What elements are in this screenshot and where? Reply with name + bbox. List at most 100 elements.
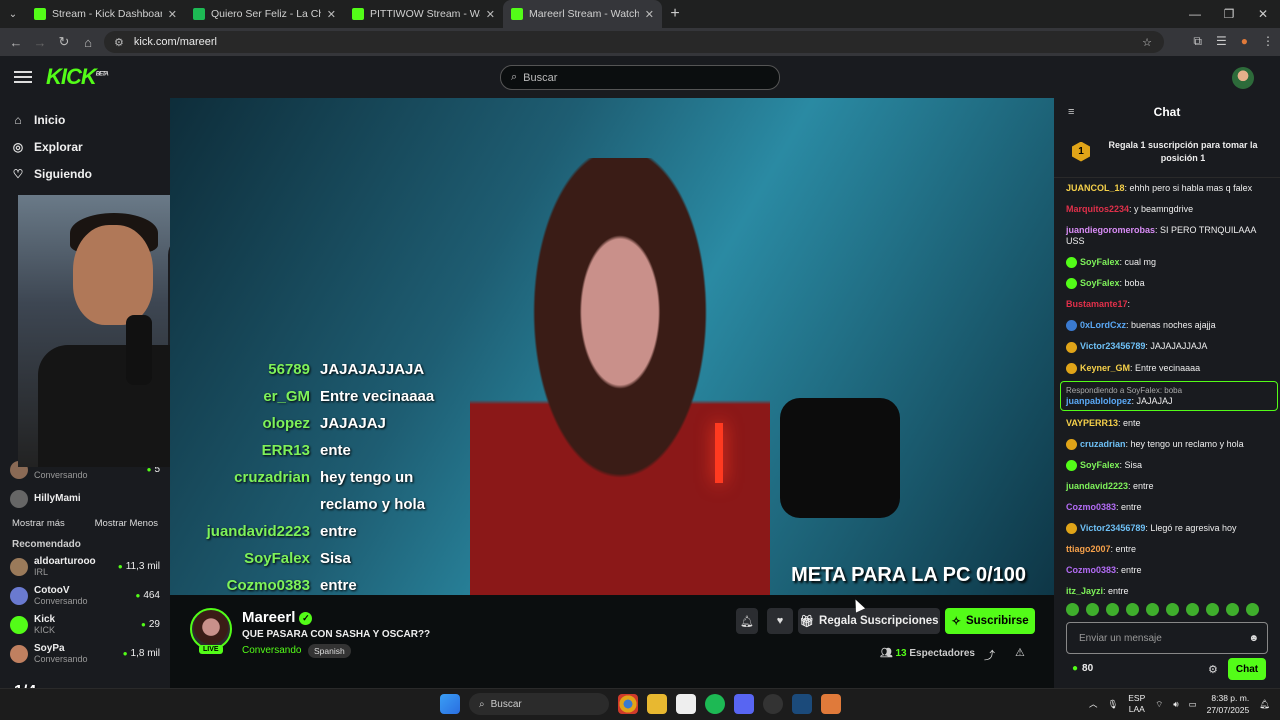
channel-points[interactable]: 80 [1072, 663, 1093, 674]
clock[interactable]: 8:38 p. m. 27/07/2025 [1207, 692, 1250, 716]
emoji-icon[interactable]: ☻ [1248, 633, 1259, 644]
volume-icon[interactable]: 🔊︎ [1173, 699, 1178, 710]
url-field[interactable]: ⚙ kick.com/mareerl ☆ [104, 31, 1164, 53]
chat-username[interactable]: Cozmo0383 [1066, 502, 1116, 512]
channel-row[interactable]: aldoarturoooIRL 11,3 mil [0, 552, 170, 581]
browser-menu-icon[interactable]: ⋮ [1262, 34, 1274, 49]
kick-logo[interactable]: KICKBETA [46, 64, 109, 90]
tray-chevron-icon[interactable]: ︿ [1089, 698, 1098, 710]
profile-icon[interactable]: ● [1241, 34, 1248, 49]
chat-username[interactable]: itz_Jayzi [1066, 586, 1103, 596]
follow-button[interactable]: ♥ [767, 608, 793, 634]
send-chat-button[interactable]: Chat [1228, 658, 1266, 680]
notifications-icon[interactable]: 🔔︎ [1259, 699, 1270, 710]
chat-username[interactable]: juandiegoromerobas [1066, 225, 1155, 235]
tab-close-icon[interactable]: ✕ [327, 8, 336, 21]
home-icon[interactable]: ⌂ [76, 35, 100, 50]
new-tab-button[interactable]: + [662, 5, 688, 23]
show-more-button[interactable]: Mostrar más [12, 518, 65, 529]
emote-icon[interactable] [1186, 603, 1199, 616]
gift-subs-button[interactable]: 🎁︎ Regala Suscripciones [798, 608, 940, 634]
sidebar-item-1[interactable]: ◎ Explorar [0, 133, 170, 160]
chat-username[interactable]: ttiago2007 [1066, 544, 1111, 554]
wifi-icon[interactable]: ⌔ [1155, 699, 1163, 710]
reload-icon[interactable]: ↻ [52, 34, 76, 50]
chat-username[interactable]: Marquitos2234 [1066, 204, 1129, 214]
share-icon[interactable]: ⤴ [984, 647, 995, 663]
battery-icon[interactable]: ▭ [1189, 699, 1197, 710]
sidebar-item-0[interactable]: ⌂ Inicio [0, 106, 170, 133]
back-icon[interactable]: ← [4, 35, 28, 50]
emote-icon[interactable] [1246, 603, 1259, 616]
tab-search-button[interactable]: ⌄ [0, 9, 26, 20]
app-icon[interactable] [821, 694, 841, 714]
emote-icon[interactable] [1126, 603, 1139, 616]
settings-gear-icon[interactable]: ⚙ [1208, 663, 1218, 676]
emote-icon[interactable] [1166, 603, 1179, 616]
subscribe-button[interactable]: ✧ Suscribirse [945, 608, 1035, 634]
show-less-button[interactable]: Mostrar Menos [95, 518, 158, 529]
forward-icon[interactable]: → [28, 35, 52, 50]
chat-username[interactable]: VAYPERR13 [1066, 418, 1118, 428]
browser-tab[interactable]: Stream - Kick Dashboard ✕ [26, 0, 185, 28]
bookmark-star-icon[interactable]: ☆ [1142, 36, 1152, 49]
menu-icon[interactable] [14, 71, 32, 83]
chat-input[interactable]: Enviar un mensaje ☻ [1066, 622, 1268, 654]
emote-icon[interactable] [1086, 603, 1099, 616]
discord-icon[interactable] [734, 694, 754, 714]
chat-username[interactable]: SoyFalex [1080, 257, 1120, 267]
tab-close-icon[interactable]: ✕ [486, 8, 495, 21]
emote-icon[interactable] [1226, 603, 1239, 616]
obs-icon[interactable] [763, 694, 783, 714]
chat-username[interactable]: JUANCOL_18 [1066, 183, 1125, 193]
notification-bell-button[interactable]: 🔔︎ [736, 608, 758, 634]
tab-close-icon[interactable]: ✕ [645, 8, 654, 21]
start-button[interactable] [440, 694, 460, 714]
chrome-icon[interactable] [618, 694, 638, 714]
close-window-button[interactable]: ✕ [1246, 0, 1280, 28]
emote-icon[interactable] [1206, 603, 1219, 616]
report-icon[interactable]: ⚠ [1015, 646, 1025, 659]
language-tag[interactable]: Spanish [308, 644, 351, 658]
site-info-icon[interactable]: ⚙ [114, 36, 124, 49]
streamer-name[interactable]: Mareerl [242, 609, 295, 626]
stream-category[interactable]: Conversando [242, 645, 301, 656]
collapse-chat-icon[interactable]: ≡ [1068, 106, 1074, 118]
language-indicator[interactable]: ESP LAA [1128, 693, 1145, 715]
channel-row[interactable]: KickKICK 29 [0, 610, 170, 639]
emote-icon[interactable] [1106, 603, 1119, 616]
mic-icon[interactable]: 🎙︎ [1107, 699, 1118, 710]
tab-close-icon[interactable]: ✕ [168, 8, 177, 21]
steam-icon[interactable] [792, 694, 812, 714]
chat-username[interactable]: Victor23456789 [1080, 523, 1145, 533]
maximize-button[interactable]: ❐ [1212, 0, 1246, 28]
browser-tab[interactable]: Mareerl Stream - Watch Live ✕ [503, 0, 662, 28]
channel-row[interactable]: HillyMami [0, 484, 170, 513]
spotify-icon[interactable] [705, 694, 725, 714]
chat-username[interactable]: SoyFalex [1080, 278, 1120, 288]
chat-username[interactable]: 0xLordCxz [1080, 320, 1126, 330]
emote-icon[interactable] [1066, 603, 1079, 616]
user-avatar[interactable] [1232, 67, 1254, 89]
chat-username[interactable]: SoyFalex [1080, 460, 1120, 470]
store-icon[interactable] [676, 694, 696, 714]
chat-username[interactable]: Victor23456789 [1080, 341, 1145, 351]
chat-username[interactable]: Keyner_GM [1080, 363, 1130, 373]
extensions-icon[interactable]: ⧉ [1193, 34, 1202, 49]
video-player[interactable]: 56789 JAJAJAJJAJA er_GM Entre vecinaaaa olop… [170, 98, 1054, 595]
minimize-button[interactable]: — [1178, 0, 1212, 28]
reading-list-icon[interactable]: ☰ [1216, 34, 1227, 49]
file-explorer-icon[interactable] [647, 694, 667, 714]
channel-row[interactable]: CotooVConversando 464 [0, 581, 170, 610]
channel-row[interactable]: SoyPaConversando 1,8 mil [0, 639, 170, 668]
browser-tab[interactable]: Quiero Ser Feliz - La Cheve ✕ [185, 0, 344, 28]
search-input[interactable]: ⌕ Buscar [500, 65, 780, 90]
chat-username[interactable]: Bustamante17 [1066, 299, 1128, 309]
chat-username[interactable]: juandavid2223 [1066, 481, 1128, 491]
chat-username[interactable]: Cozmo0383 [1066, 565, 1116, 575]
chat-username[interactable]: juanpablolopez [1066, 396, 1132, 406]
emote-icon[interactable] [1146, 603, 1159, 616]
sidebar-item-2[interactable]: ♡ Siguiendo [0, 160, 170, 187]
taskbar-search[interactable]: ⌕ Buscar [469, 693, 609, 715]
pinned-gift-banner[interactable]: 1 Regala 1 suscripción para tomar la pos… [1054, 126, 1280, 178]
